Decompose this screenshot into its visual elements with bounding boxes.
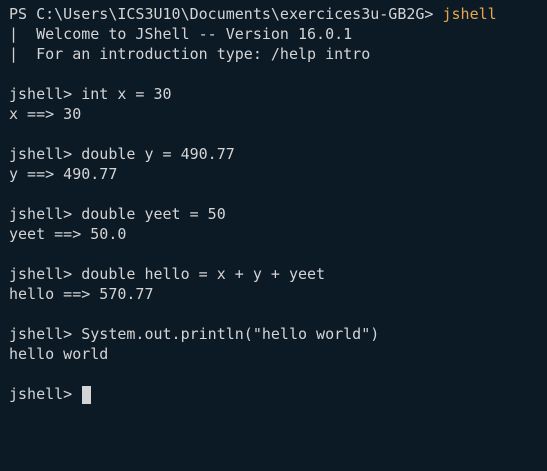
- help-banner-line: | For an introduction type: /help intro: [9, 45, 371, 63]
- jshell-input-line: jshell> System.out.println("hello world"…: [9, 325, 380, 343]
- current-input-line[interactable]: jshell>: [9, 384, 547, 404]
- jshell-input-line: jshell> double y = 490.77: [9, 145, 235, 163]
- jshell-input-line: jshell> int x = 30: [9, 85, 172, 103]
- jshell-input-line: jshell> double yeet = 50: [9, 205, 226, 223]
- welcome-banner-line: | Welcome to JShell -- Version 16.0.1: [9, 25, 353, 43]
- jshell-output-line: hello ==> 570.77: [9, 285, 154, 303]
- jshell-output-line: y ==> 490.77: [9, 165, 118, 183]
- jshell-input-line: jshell> double hello = x + y + yeet: [9, 265, 326, 283]
- powershell-prompt-line: PS C:\Users\ICS3U10\Documents\exercices3…: [9, 4, 547, 24]
- jshell-output-line: yeet ==> 50.0: [9, 225, 127, 243]
- current-jshell-prompt: jshell>: [9, 385, 82, 403]
- text-cursor: [82, 385, 92, 404]
- jshell-output-line: x ==> 30: [9, 105, 82, 123]
- jshell-output-line: hello world: [9, 345, 109, 363]
- jshell-command: jshell: [442, 5, 497, 23]
- powershell-path: PS C:\Users\ICS3U10\Documents\exercices3…: [9, 5, 443, 23]
- terminal-window[interactable]: PS C:\Users\ICS3U10\Documents\exercices3…: [0, 0, 547, 471]
